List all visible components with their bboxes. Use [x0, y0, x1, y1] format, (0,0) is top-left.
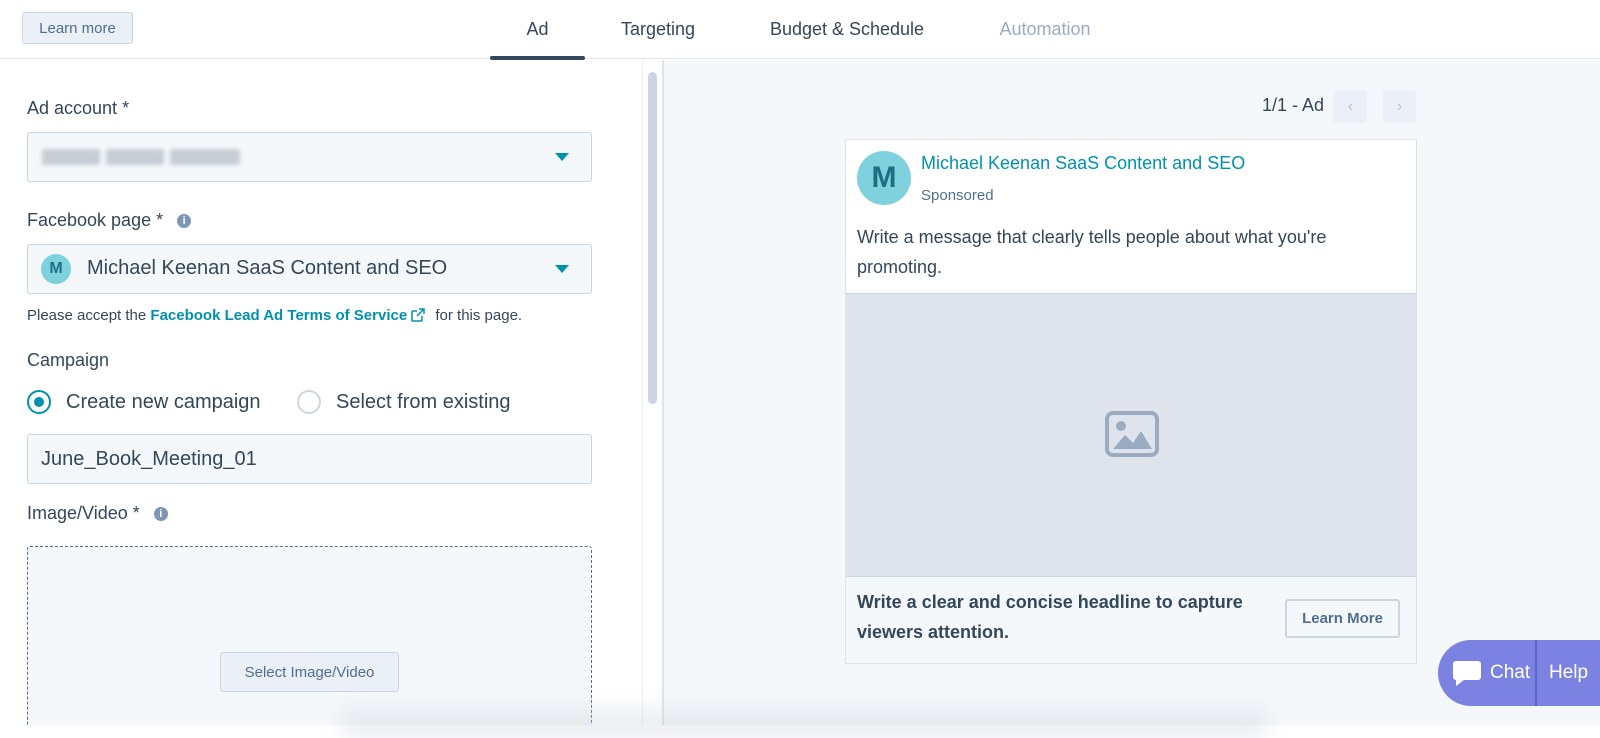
facebook-page-label-text: Facebook page *	[27, 210, 164, 230]
radio-create-new-campaign[interactable]: Create new campaign	[27, 390, 261, 414]
ad-account-select[interactable]	[27, 132, 592, 182]
bottom-shadow	[340, 708, 1270, 738]
terms-link[interactable]: Facebook Lead Ad Terms of Service	[150, 307, 407, 324]
terms-hint: Please accept the Facebook Lead Ad Terms…	[27, 307, 522, 324]
chat-widget: Chat Help	[1438, 640, 1600, 706]
chat-button[interactable]: Chat	[1438, 640, 1535, 706]
radio-selected-icon[interactable]	[27, 390, 51, 414]
tab-ad[interactable]: Ad	[490, 0, 585, 60]
scrollbar-thumb[interactable]	[648, 72, 657, 404]
radio-create-new-label: Create new campaign	[66, 390, 261, 413]
prev-ad-button[interactable]: ‹	[1334, 90, 1367, 123]
facebook-page-label: Facebook page * i	[27, 210, 192, 231]
tab-automation[interactable]: Automation	[990, 0, 1100, 59]
terms-suffix: for this page.	[431, 307, 523, 324]
preview-headline: Write a clear and concise headline to ca…	[857, 592, 1243, 642]
preview-message: Write a message that clearly tells peopl…	[857, 227, 1327, 277]
campaign-label: Campaign	[27, 350, 109, 371]
campaign-label-text: Campaign	[27, 350, 110, 370]
ad-preview-card: M Michael Keenan SaaS Content and SEO Sp…	[845, 139, 1417, 664]
ad-account-label: Ad account *	[27, 98, 129, 119]
redacted-account-name	[42, 149, 240, 165]
media-dropzone[interactable]: Select Image/Video	[27, 546, 592, 725]
media-label: Image/Video * i	[27, 503, 168, 524]
chat-label: Chat	[1490, 662, 1531, 683]
ad-form-panel: Ad account * Facebook page * i M Michael…	[0, 60, 642, 725]
ad-pager-text: 1/1 - Ad	[1262, 95, 1325, 115]
next-ad-button[interactable]: ›	[1383, 90, 1416, 123]
ad-account-label-text: Ad account *	[27, 98, 130, 118]
chat-bubble-icon	[1453, 661, 1481, 686]
select-image-video-button[interactable]: Select Image/Video	[220, 652, 399, 692]
radio-unselected-icon[interactable]	[297, 390, 321, 414]
chevron-left-icon: ‹	[1347, 97, 1354, 115]
learn-more-button[interactable]: Learn more	[22, 12, 133, 44]
preview-image-placeholder	[846, 293, 1416, 577]
top-bar: Learn more Ad Targeting Budget & Schedul…	[0, 0, 1600, 60]
preview-page-name[interactable]: Michael Keenan SaaS Content and SEO	[921, 153, 1245, 174]
radio-select-existing[interactable]: Select from existing	[297, 390, 511, 414]
campaign-name-input[interactable]: June_Book_Meeting_01	[27, 434, 592, 484]
tab-budget-schedule[interactable]: Budget & Schedule	[762, 0, 932, 59]
chevron-down-icon	[555, 265, 569, 273]
external-link-icon[interactable]	[411, 308, 425, 322]
chevron-down-icon	[555, 153, 569, 161]
facebook-page-value: Michael Keenan SaaS Content and SEO	[87, 257, 448, 279]
radio-select-existing-label: Select from existing	[336, 390, 511, 413]
chevron-right-icon: ›	[1396, 97, 1403, 115]
facebook-page-select[interactable]: M Michael Keenan SaaS Content and SEO	[27, 244, 592, 294]
media-label-text: Image/Video *	[27, 503, 140, 523]
info-icon[interactable]: i	[153, 506, 168, 521]
avatar: M	[857, 151, 911, 205]
page-avatar: M	[41, 254, 71, 284]
terms-prefix: Please accept the	[27, 307, 151, 324]
image-placeholder-icon	[1105, 411, 1159, 457]
info-icon[interactable]: i	[177, 213, 192, 228]
tab-targeting[interactable]: Targeting	[612, 0, 704, 59]
learn-more-cta-button[interactable]: Learn More	[1285, 599, 1400, 638]
preview-footer: Write a clear and concise headline to ca…	[846, 577, 1416, 663]
help-button[interactable]: Help	[1537, 662, 1588, 684]
sponsored-label: Sponsored	[921, 187, 994, 204]
